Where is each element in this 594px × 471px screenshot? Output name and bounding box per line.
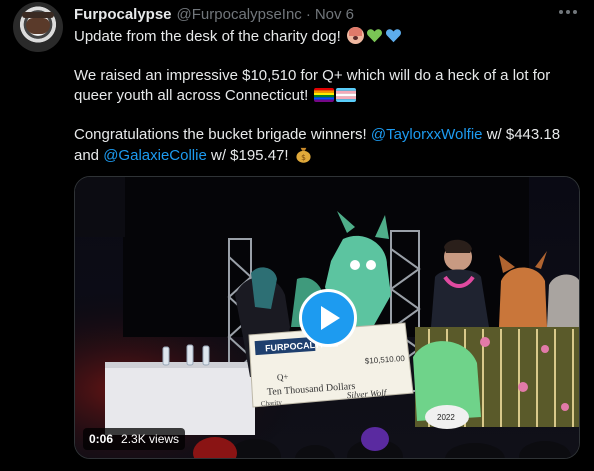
dog-face-icon bbox=[347, 27, 364, 44]
tweet-line: Update from the desk of the charity dog! bbox=[74, 27, 579, 47]
check-payee-text: Q+ bbox=[277, 372, 289, 383]
tweet-line-text: Update from the desk of the charity dog! bbox=[74, 28, 341, 45]
svg-text:$: $ bbox=[301, 153, 306, 162]
tweet: Furpocalypse @FurpocalypseInc · Nov 6 Up… bbox=[0, 0, 594, 471]
tweet-line-text: and bbox=[74, 147, 100, 164]
video-time: 0:06 bbox=[89, 432, 114, 446]
separator-dot: · bbox=[305, 5, 311, 23]
tweet-line: We raised an impressive $10,510 for Q+ w… bbox=[74, 67, 551, 84]
play-icon bbox=[321, 306, 340, 330]
more-options-icon[interactable] bbox=[556, 3, 580, 21]
play-button[interactable] bbox=[299, 289, 357, 347]
money-bag-icon: $ bbox=[295, 145, 312, 163]
blue-heart-icon bbox=[385, 27, 402, 44]
author-display-name[interactable]: Furpocalypse bbox=[74, 6, 172, 23]
tweet-text: Update from the desk of the charity dog!… bbox=[74, 27, 579, 166]
author-handle[interactable]: @FurpocalypseInc bbox=[177, 6, 302, 23]
tweet-header: Furpocalypse @FurpocalypseInc · Nov 6 bbox=[74, 5, 354, 23]
tweet-line: queer youth all across Connecticut! bbox=[74, 86, 579, 106]
tweet-line-text: w/ $443.18 bbox=[486, 126, 561, 143]
check-memo: Charity bbox=[261, 398, 283, 407]
badge-number-text: 2022 bbox=[437, 413, 455, 422]
video-player[interactable]: FURPOCALYPSE Q+ Ten Thousand Dollars $10… bbox=[74, 176, 580, 459]
tweet-timestamp[interactable]: Nov 6 bbox=[315, 6, 354, 23]
avatar[interactable] bbox=[13, 2, 63, 52]
tweet-line: Congratulations the bucket brigade winne… bbox=[74, 125, 579, 145]
tweet-line-text: w/ $195.47! bbox=[210, 147, 289, 164]
rainbow-flag-icon bbox=[314, 88, 335, 102]
video-views: 2.3K views bbox=[121, 432, 180, 446]
tweet-line-text: Congratulations the bucket brigade winne… bbox=[74, 126, 367, 143]
mention-link[interactable]: @TaylorxxWolfie bbox=[371, 126, 483, 143]
green-heart-icon bbox=[366, 27, 383, 44]
video-time-badge: 0:06 2.3K views bbox=[83, 428, 186, 450]
tweet-line-text: queer youth all across Connecticut! bbox=[74, 87, 309, 104]
transgender-flag-icon bbox=[336, 88, 357, 102]
tweet-line: and @GalaxieCollie w/ $195.47! $ bbox=[74, 145, 579, 166]
mention-link[interactable]: @GalaxieCollie bbox=[103, 147, 207, 164]
